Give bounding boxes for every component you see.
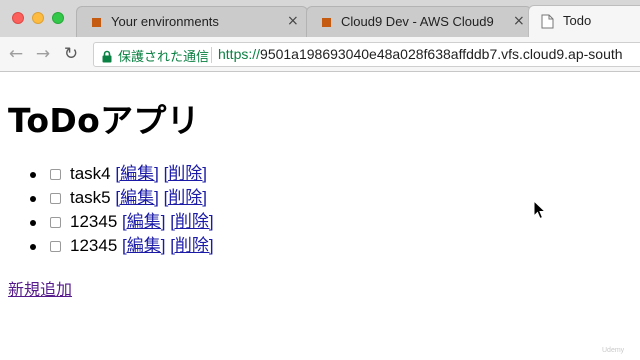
todo-checkbox[interactable] bbox=[50, 241, 61, 252]
minimize-window-button[interactable] bbox=[32, 12, 44, 24]
todo-item: task5 [編集] [削除] bbox=[0, 186, 207, 210]
fullscreen-window-button[interactable] bbox=[52, 12, 64, 24]
url-scheme: https:// bbox=[218, 46, 261, 62]
todo-text: 12345 bbox=[70, 212, 118, 231]
todo-item: 12345 [編集] [削除] bbox=[0, 234, 214, 258]
todo-checkbox[interactable] bbox=[50, 169, 61, 180]
close-window-button[interactable] bbox=[12, 12, 24, 24]
reload-icon[interactable]: ↻ bbox=[61, 44, 81, 64]
edit-link[interactable]: [編集] bbox=[122, 236, 165, 255]
document-icon bbox=[541, 14, 556, 29]
todo-item: task4 [編集] [削除] bbox=[0, 162, 207, 186]
delete-link[interactable]: [削除] bbox=[164, 164, 207, 183]
close-tab-icon[interactable]: × bbox=[287, 13, 299, 29]
todo-item: 12345 [編集] [削除] bbox=[0, 210, 214, 234]
edit-link[interactable]: [編集] bbox=[115, 188, 158, 207]
browser-toolbar: ← → ↻ 保護された通信 https://9501a198693040e48a… bbox=[0, 37, 640, 72]
udemy-watermark: Udemy bbox=[602, 347, 625, 354]
tab-your-environments[interactable]: Your environments × bbox=[76, 6, 308, 37]
close-tab-icon[interactable]: × bbox=[513, 13, 525, 29]
tab-title: Cloud9 Dev - AWS Cloud9 bbox=[341, 14, 494, 29]
delete-link[interactable]: [削除] bbox=[164, 188, 207, 207]
edit-link[interactable]: [編集] bbox=[115, 164, 158, 183]
todo-text: 12345 bbox=[70, 236, 118, 255]
secure-connection-label[interactable]: 保護された通信 bbox=[118, 46, 209, 65]
bullet bbox=[30, 244, 36, 250]
bullet bbox=[30, 196, 36, 202]
todo-text: task4 bbox=[70, 164, 111, 183]
tab-title: Your environments bbox=[111, 14, 219, 29]
back-arrow-icon[interactable]: ← bbox=[6, 44, 26, 64]
lock-icon bbox=[101, 48, 113, 63]
forward-arrow-icon[interactable]: → bbox=[33, 44, 53, 64]
todo-checkbox[interactable] bbox=[50, 193, 61, 204]
mouse-cursor-icon bbox=[533, 199, 547, 220]
todo-text: task5 bbox=[70, 188, 111, 207]
tab-cloud9-dev[interactable]: Cloud9 Dev - AWS Cloud9 × bbox=[306, 6, 532, 37]
edit-link[interactable]: [編集] bbox=[122, 212, 165, 231]
tab-todo[interactable]: Todo bbox=[528, 5, 640, 37]
url-text[interactable]: https://9501a198693040e48a028f638affddb7… bbox=[218, 46, 623, 62]
address-divider bbox=[211, 47, 212, 63]
add-new-link[interactable]: 新規追加 bbox=[8, 276, 72, 300]
todo-checkbox[interactable] bbox=[50, 217, 61, 228]
bullet bbox=[30, 172, 36, 178]
todo-list: task4 [編集] [削除] task5 [編集] [削除] 12345 [編… bbox=[0, 162, 214, 258]
tab-title: Todo bbox=[563, 13, 592, 28]
tab-strip: Your environments × Cloud9 Dev - AWS Clo… bbox=[0, 0, 640, 37]
url-host: 9501a198693040e48a028f638affddb7.vfs.clo… bbox=[260, 46, 623, 62]
bullet bbox=[30, 220, 36, 226]
page-title: ToDoアプリ bbox=[8, 101, 200, 140]
delete-link[interactable]: [削除] bbox=[170, 212, 213, 231]
delete-link[interactable]: [削除] bbox=[170, 236, 213, 255]
address-bar[interactable]: 保護された通信 https://9501a198693040e48a028f63… bbox=[93, 42, 640, 67]
